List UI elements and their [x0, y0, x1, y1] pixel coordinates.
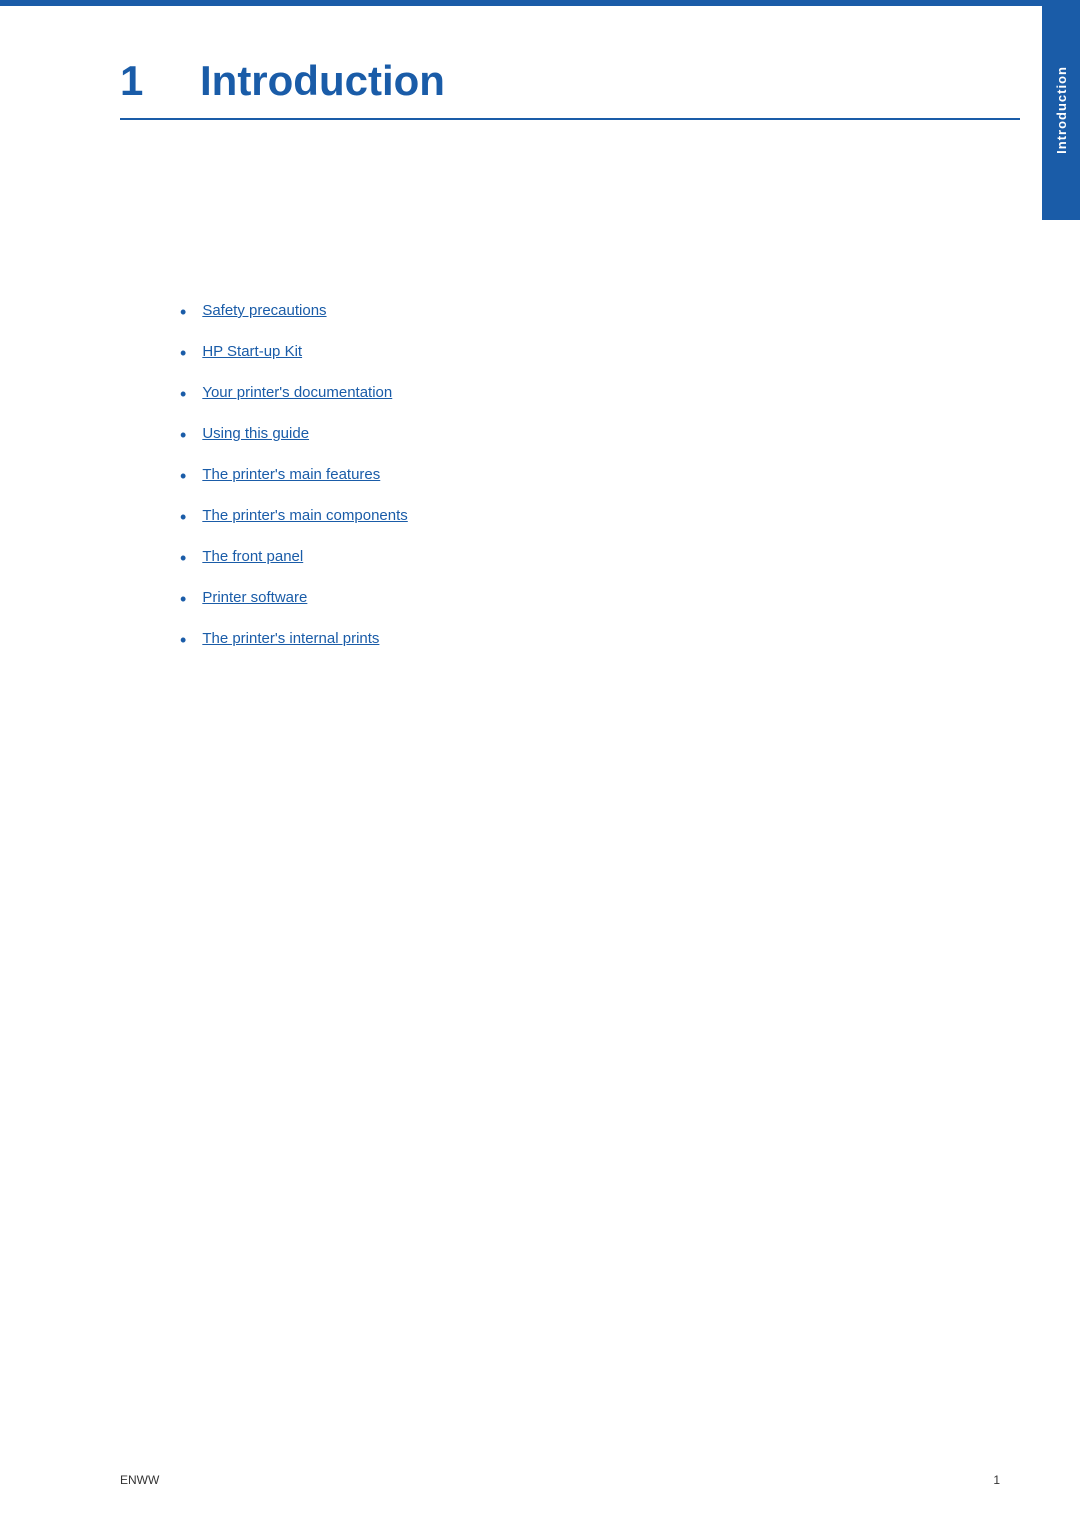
chapter-title: Introduction [200, 60, 445, 102]
bullet-icon: • [180, 343, 186, 364]
list-item: • Printer software [180, 587, 1020, 610]
toc-link-internal-prints[interactable]: The printer's internal prints [202, 628, 379, 649]
list-item: • HP Start-up Kit [180, 341, 1020, 364]
toc-link-hp-startup-kit[interactable]: HP Start-up Kit [202, 341, 302, 362]
page-footer: ENWW 1 [0, 1473, 1080, 1487]
list-item: • Using this guide [180, 423, 1020, 446]
toc-link-main-features[interactable]: The printer's main features [202, 464, 380, 485]
bullet-icon: • [180, 507, 186, 528]
chapter-header: 1 Introduction [120, 40, 1020, 120]
bullet-icon: • [180, 302, 186, 323]
toc-list: • Safety precautions • HP Start-up Kit • Your… [180, 300, 1020, 651]
list-item: • Safety precautions [180, 300, 1020, 323]
toc-link-using-this-guide[interactable]: Using this guide [202, 423, 309, 444]
page-container: Introduction 1 Introduction • Safety prec… [0, 0, 1080, 1527]
bullet-icon: • [180, 466, 186, 487]
toc-link-printer-software[interactable]: Printer software [202, 587, 307, 608]
side-tab-label: Introduction [1054, 66, 1069, 154]
footer-left: ENWW [120, 1473, 159, 1487]
toc-link-printer-documentation[interactable]: Your printer's documentation [202, 382, 392, 403]
toc-link-main-components[interactable]: The printer's main components [202, 505, 407, 526]
toc-link-front-panel[interactable]: The front panel [202, 546, 303, 567]
footer-right: 1 [993, 1473, 1000, 1487]
list-item: • The front panel [180, 546, 1020, 569]
list-item: • The printer's main components [180, 505, 1020, 528]
list-item: • The printer's main features [180, 464, 1020, 487]
chapter-number: 1 [120, 60, 200, 102]
list-item: • The printer's internal prints [180, 628, 1020, 651]
toc-link-safety-precautions[interactable]: Safety precautions [202, 300, 326, 321]
main-content: 1 Introduction • Safety precautions • HP St… [0, 0, 1080, 749]
bullet-icon: • [180, 425, 186, 446]
bullet-icon: • [180, 548, 186, 569]
bullet-icon: • [180, 589, 186, 610]
side-tab: Introduction [1042, 0, 1080, 220]
bullet-icon: • [180, 630, 186, 651]
top-bar [0, 0, 1080, 6]
list-item: • Your printer's documentation [180, 382, 1020, 405]
bullet-icon: • [180, 384, 186, 405]
